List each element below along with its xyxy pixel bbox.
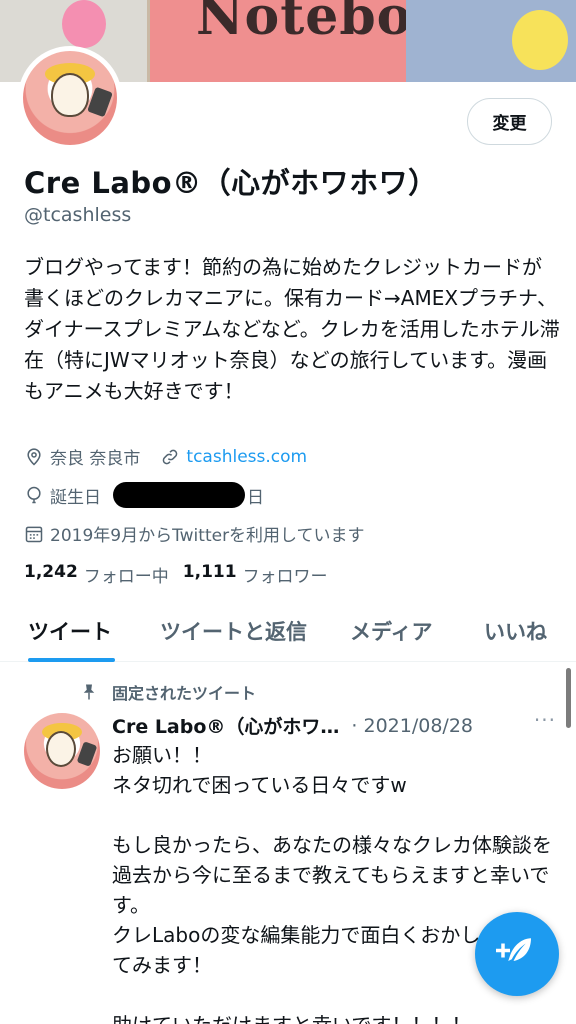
tab-tweets-and-replies[interactable]: ツイートと返信	[160, 616, 307, 646]
profile-avatar[interactable]	[18, 46, 122, 150]
edit-profile-button[interactable]: 変更	[467, 98, 552, 145]
birthday-tail: 日	[247, 487, 264, 508]
profile-meta-joined-row: 2019年9月からTwitterを利用しています	[24, 521, 365, 546]
pin-icon	[83, 684, 95, 700]
following-label[interactable]: フォロー中	[84, 562, 169, 587]
followers-label[interactable]: フォロワー	[243, 562, 328, 587]
profile-meta-location-row: 奈良 奈良市 tcashless.com	[24, 444, 327, 469]
calendar-icon	[25, 526, 43, 542]
profile-display-name: Cre Labo®（心がホワホワ）	[24, 166, 438, 200]
profile-handle: @tcashless	[24, 204, 132, 226]
tab-tweets[interactable]: ツイート	[28, 616, 112, 646]
profile-meta-birthday-row: 誕生日 日	[24, 482, 264, 508]
active-tab-indicator	[28, 658, 115, 662]
location-icon	[27, 447, 41, 466]
joined-text: 2019年9月からTwitterを利用しています	[50, 526, 365, 546]
birthday-icon	[27, 486, 41, 504]
following-count[interactable]: 1,242	[24, 562, 78, 587]
website[interactable]: tcashless.com	[160, 447, 307, 467]
tweet-header: Cre Labo®（心がホワ… · 2021/08/28 ···	[112, 708, 556, 739]
website-link[interactable]: tcashless.com	[186, 447, 307, 467]
birthday-label: 誕生日	[50, 487, 101, 508]
tweet-date[interactable]: · 2021/08/28	[351, 715, 473, 737]
profile-bio: ブログやってます！節約の為に始めたクレジットカードが書くほどのクレカマニアに。保…	[24, 255, 560, 403]
follow-stats: 1,242 フォロー中 1,111 フォロワー	[24, 562, 342, 587]
compose-tweet-button[interactable]	[475, 912, 559, 996]
scrollbar[interactable]	[566, 668, 571, 728]
birthday-redaction	[113, 482, 245, 508]
pinned-label: 固定されたツイート	[112, 684, 257, 703]
tweet-more-icon[interactable]: ···	[534, 708, 556, 732]
location: 奈良 奈良市	[24, 444, 140, 469]
tweet-author-avatar[interactable]	[24, 713, 100, 789]
tab-media[interactable]: メディア	[350, 616, 433, 646]
location-text: 奈良 奈良市	[50, 449, 141, 469]
link-icon	[163, 449, 178, 464]
tab-likes[interactable]: いいね	[484, 616, 547, 646]
followers-count[interactable]: 1,111	[183, 562, 237, 587]
pinned-tweet-indicator: 固定されたツイート	[80, 680, 256, 704]
profile-tabs: ツイート ツイートと返信 メディア いいね	[0, 604, 576, 662]
banner-character-right	[406, 0, 576, 82]
tweet-author-name[interactable]: Cre Labo®（心がホワ…	[112, 712, 339, 739]
compose-tweet-icon	[496, 938, 531, 961]
